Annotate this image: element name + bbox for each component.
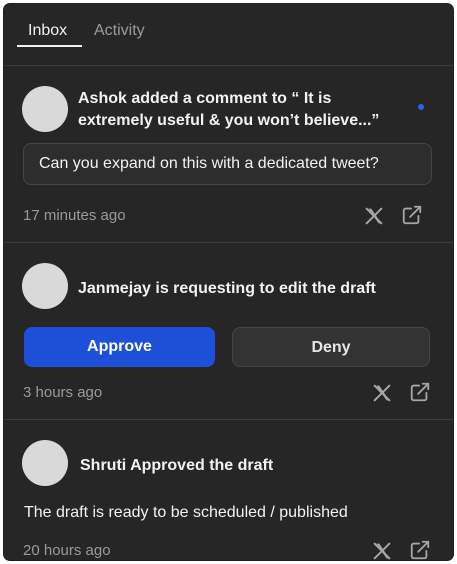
notification-title-line-1: Ashok added a comment to “ It is — [78, 90, 332, 107]
notification-body: The draft is ready to be scheduled / pub… — [24, 504, 348, 521]
comment-quote: Can you expand on this with a dedicated … — [23, 143, 432, 185]
timestamp: 17 minutes ago — [23, 207, 126, 224]
unread-dot — [418, 104, 424, 110]
notification-title-line-2: extremely useful & you won’t believe...” — [78, 112, 380, 129]
x-logo-icon[interactable] — [371, 540, 393, 560]
timestamp: 20 hours ago — [23, 542, 111, 559]
notification-item: Janmejay is requesting to edit the draft… — [4, 243, 453, 420]
notification-title: Ashok added a comment to “ It is extreme… — [78, 88, 379, 132]
notification-item: Ashok added a comment to “ It is extreme… — [4, 66, 453, 243]
external-link-icon[interactable] — [401, 204, 423, 226]
notification-title: Janmejay is requesting to edit the draft — [78, 280, 376, 297]
avatar — [22, 86, 68, 132]
x-logo-icon[interactable] — [371, 382, 393, 404]
active-tab-indicator — [17, 45, 82, 47]
avatar — [22, 263, 68, 309]
external-link-icon[interactable] — [409, 381, 431, 403]
tab-bar: Inbox Activity — [4, 4, 453, 66]
external-link-icon[interactable] — [409, 539, 431, 560]
notification-item: Shruti Approved the draft The draft is r… — [4, 420, 453, 560]
deny-button[interactable]: Deny — [232, 327, 430, 367]
avatar — [22, 440, 68, 486]
notification-title: Shruti Approved the draft — [80, 457, 274, 474]
timestamp: 3 hours ago — [23, 384, 103, 401]
x-logo-icon[interactable] — [363, 205, 385, 227]
approve-button[interactable]: Approve — [24, 327, 215, 367]
tab-activity[interactable]: Activity — [94, 22, 145, 40]
tab-inbox[interactable]: Inbox — [28, 22, 67, 40]
notifications-panel: Inbox Activity Ashok added a comment to … — [4, 4, 453, 560]
